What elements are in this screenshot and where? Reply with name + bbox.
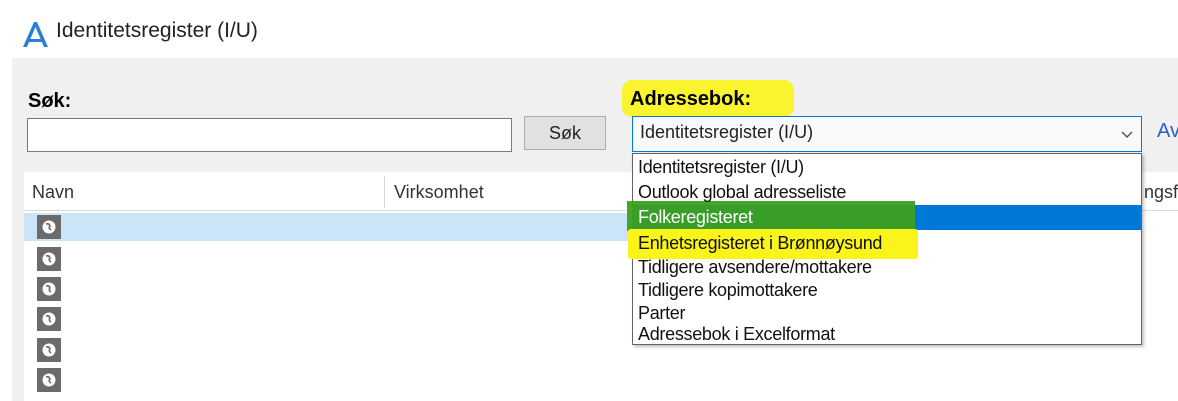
search-button[interactable]: Søk: [524, 116, 606, 150]
addressbook-selected-value: Identitetsregister (I/U): [640, 122, 814, 142]
column-header-virksomhet[interactable]: Virksomhet: [394, 182, 484, 203]
chevron-down-icon[interactable]: [1112, 117, 1142, 151]
app-logo-icon: [23, 22, 48, 47]
window-title: Identitetsregister (I/U): [56, 19, 258, 42]
search-label: Søk:: [28, 90, 72, 112]
dropdown-option-highlighted[interactable]: Folkeregisteret: [638, 205, 753, 229]
table-row-selected[interactable]: [24, 213, 636, 241]
globe-icon: [37, 277, 61, 301]
dropdown-option[interactable]: Identitetsregister (I/U): [638, 155, 804, 179]
side-link[interactable]: Av: [1157, 120, 1178, 143]
search-input[interactable]: [27, 118, 512, 152]
globe-icon: [37, 247, 61, 271]
dropdown-option[interactable]: Tidligere kopimottakere: [638, 278, 818, 302]
dropdown-option[interactable]: Enhetsregisteret i Brønnøysund: [638, 231, 882, 255]
column-header-navn[interactable]: Navn: [32, 182, 74, 203]
addressbook-label: Adressebok:: [630, 88, 752, 110]
globe-icon: [37, 338, 61, 362]
dropdown-option[interactable]: Adressebok i Excelformat: [638, 322, 835, 346]
column-header-partial[interactable]: ngsf: [1144, 182, 1178, 203]
globe-icon: [37, 215, 61, 239]
globe-icon: [37, 368, 61, 392]
globe-icon: [37, 307, 61, 331]
dropdown-option[interactable]: Tidligere avsendere/mottakere: [638, 255, 872, 279]
column-divider[interactable]: [384, 176, 385, 208]
dropdown-option[interactable]: Outlook global adresseliste: [638, 180, 846, 204]
